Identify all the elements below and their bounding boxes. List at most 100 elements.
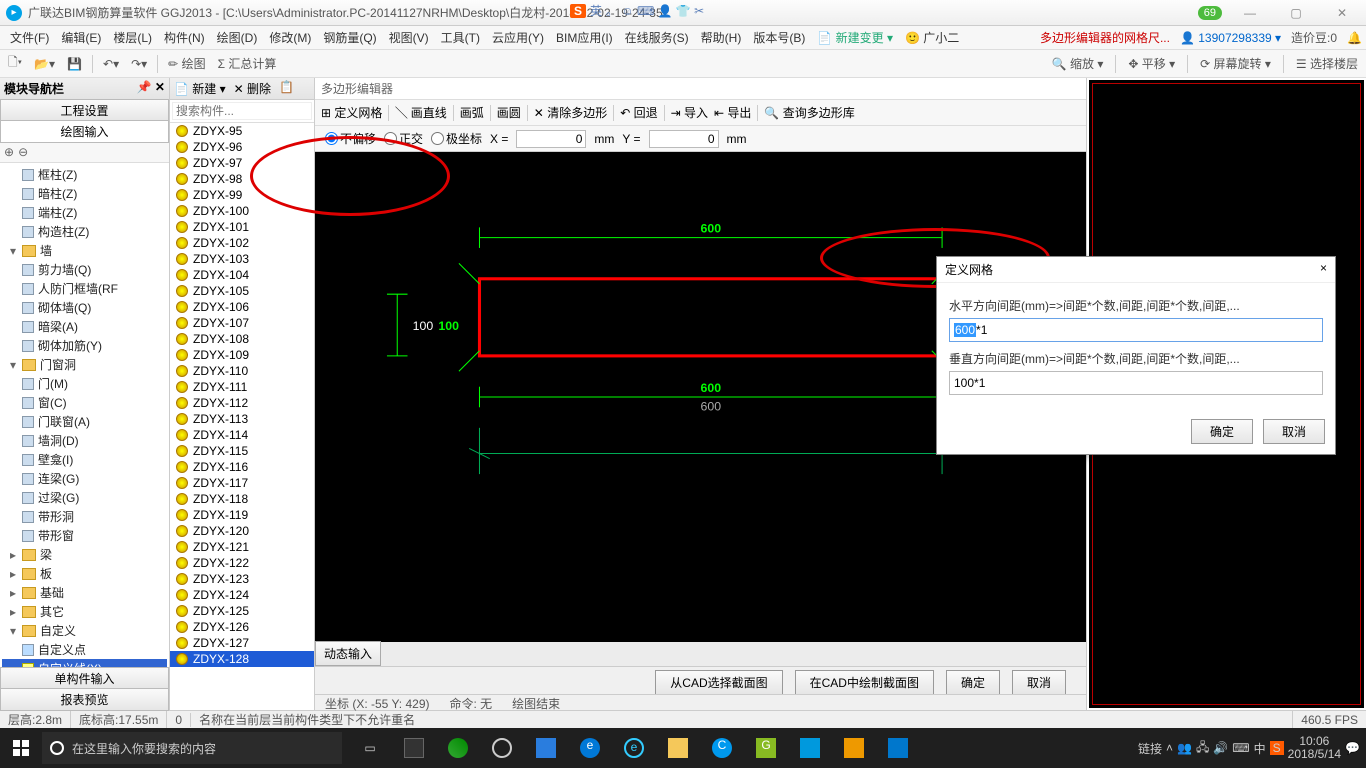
list-item[interactable]: ZDYX-96 [170,139,314,155]
list-item[interactable]: ZDYX-103 [170,251,314,267]
pan-button[interactable]: ✥ 平移 ▾ [1124,53,1179,74]
y-input[interactable] [649,130,719,148]
tray-vol-icon[interactable]: 🔊 [1213,741,1228,755]
list-item[interactable]: ZDYX-101 [170,219,314,235]
grid-button[interactable]: ⊞ 定义网格 [321,104,382,121]
list-item[interactable]: ZDYX-125 [170,603,314,619]
tree-ll[interactable]: 连梁(G) [38,470,79,487]
editor-ok-button[interactable]: 确定 [946,670,1000,695]
open-icon[interactable]: 📂▾ [30,55,59,73]
menu-bim[interactable]: BIM应用(I) [550,27,619,48]
start-button[interactable] [0,740,42,756]
tree-other[interactable]: 其它 [40,603,64,620]
tree-az[interactable]: 暗柱(Z) [38,185,77,202]
nav-pin-icon[interactable]: 📌 ✕ [137,80,165,97]
tab-project[interactable]: 工程设置 [0,99,169,122]
tree-slab[interactable]: 板 [40,565,52,582]
component-tree[interactable]: 框柱(Z) 暗柱(Z) 端柱(Z) 构造柱(Z) ▾墙 剪力墙(Q) 人防门框墙… [0,163,169,668]
tree-gzz[interactable]: 构造柱(Z) [38,223,89,240]
list-item[interactable]: ZDYX-108 [170,331,314,347]
taskview-icon[interactable]: ▭ [350,732,390,764]
tree-dxc[interactable]: 带形窗 [38,527,74,544]
menu-modify[interactable]: 修改(M) [263,27,317,48]
tray-people-icon[interactable]: 👥 [1177,741,1192,755]
tray-notif-icon[interactable]: 💬 [1345,741,1360,755]
task-explorer-icon[interactable] [658,732,698,764]
menu-component[interactable]: 构件(N) [158,27,211,48]
menu-tool[interactable]: 工具(T) [435,27,486,48]
draw-cad-button[interactable]: 在CAD中绘制截面图 [795,670,934,695]
list-item[interactable]: ZDYX-107 [170,315,314,331]
menu-view[interactable]: 视图(V) [383,27,435,48]
tree-rf[interactable]: 人防门框墙(RF [38,280,118,297]
menu-file[interactable]: 文件(F) [4,27,55,48]
list-item[interactable]: ZDYX-128 [170,651,314,667]
circle-button[interactable]: 画圆 [497,104,521,121]
save-icon[interactable]: 💾 [63,55,86,73]
tree-dz[interactable]: 端柱(Z) [38,204,77,221]
menu-version[interactable]: 版本号(B) [747,27,811,48]
h-spacing-input[interactable]: 600*1 [949,318,1323,342]
expand-icon[interactable]: ⊕ [4,145,14,159]
list-item[interactable]: ZDYX-99 [170,187,314,203]
tab-draw[interactable]: 绘图输入 [0,120,169,143]
list-item[interactable]: ZDYX-105 [170,283,314,299]
task-store-icon[interactable] [526,732,566,764]
notif-badge[interactable]: 69 [1198,6,1222,20]
lib-button[interactable]: 🔍 查询多边形库 [764,104,854,121]
component-list[interactable]: ZDYX-95ZDYX-96ZDYX-97ZDYX-98ZDYX-99ZDYX-… [170,123,314,710]
dialog-close-icon[interactable]: × [1320,261,1327,278]
tab-single[interactable]: 单构件输入 [0,667,169,690]
list-item[interactable]: ZDYX-97 [170,155,314,171]
new-comp-button[interactable]: 📄 新建 ▾ [174,80,226,97]
tree-window[interactable]: 窗(C) [38,394,67,411]
tree-qtq[interactable]: 砌体墙(Q) [38,299,91,316]
list-item[interactable]: ZDYX-111 [170,379,314,395]
sogou-icon[interactable]: S [570,4,586,18]
menu-online[interactable]: 在线服务(S) [619,27,695,48]
tree-mlc[interactable]: 门联窗(A) [38,413,90,430]
tree-door[interactable]: 门窗洞 [40,356,76,373]
rotate-button[interactable]: ⟳ 屏幕旋转 ▾ [1196,53,1275,74]
tree-qd[interactable]: 墙洞(D) [38,432,79,449]
tree-jlq[interactable]: 剪力墙(Q) [38,261,91,278]
list-item[interactable]: ZDYX-106 [170,299,314,315]
task-glodon-icon[interactable]: G [746,732,786,764]
opt-polar[interactable]: 极坐标 [431,130,482,147]
import-button[interactable]: ⇥ 导入 [671,104,708,121]
tree-door-m[interactable]: 门(M) [38,375,68,392]
v-spacing-input[interactable]: 100*1 [949,371,1323,395]
back-button[interactable]: ↶ 回退 [620,104,657,121]
list-item[interactable]: ZDYX-100 [170,203,314,219]
export-button[interactable]: ⇤ 导出 [714,104,751,121]
draw-button[interactable]: ✏ 绘图 [164,53,209,74]
tree-qtjj[interactable]: 砌体加筋(Y) [38,337,102,354]
list-item[interactable]: ZDYX-122 [170,555,314,571]
list-item[interactable]: ZDYX-121 [170,539,314,555]
menu-cloud[interactable]: 云应用(Y) [486,27,550,48]
list-item[interactable]: ZDYX-110 [170,363,314,379]
tray-net-icon[interactable]: 🖧 [1196,738,1209,759]
task-app2[interactable] [438,732,478,764]
select-cad-button[interactable]: 从CAD选择截面图 [655,670,782,695]
tree-wall[interactable]: 墙 [40,242,52,259]
editor-cancel-button[interactable]: 取消 [1012,670,1066,695]
tray-kb-icon[interactable]: ⌨ [1232,741,1249,755]
dynamic-input-button[interactable]: 动态输入 [315,641,381,666]
floor-select[interactable]: ☰ 选择楼层 [1292,53,1362,74]
close-button[interactable]: ✕ [1324,6,1360,20]
list-item[interactable]: ZDYX-117 [170,475,314,491]
max-button[interactable]: ▢ [1278,6,1314,20]
tray-sogou-icon[interactable]: S [1270,741,1284,755]
tree-beam[interactable]: 梁 [40,546,52,563]
task-app4-icon[interactable] [834,732,874,764]
new-change-button[interactable]: 📄 新建变更 ▾ [811,27,899,48]
task-browser-icon[interactable]: C [702,732,742,764]
list-item[interactable]: ZDYX-113 [170,411,314,427]
min-button[interactable]: — [1232,6,1268,20]
list-item[interactable]: ZDYX-98 [170,171,314,187]
list-item[interactable]: ZDYX-127 [170,635,314,651]
list-item[interactable]: ZDYX-102 [170,235,314,251]
task-app1[interactable] [394,732,434,764]
new-icon[interactable]: 🗋▾ [4,51,26,76]
